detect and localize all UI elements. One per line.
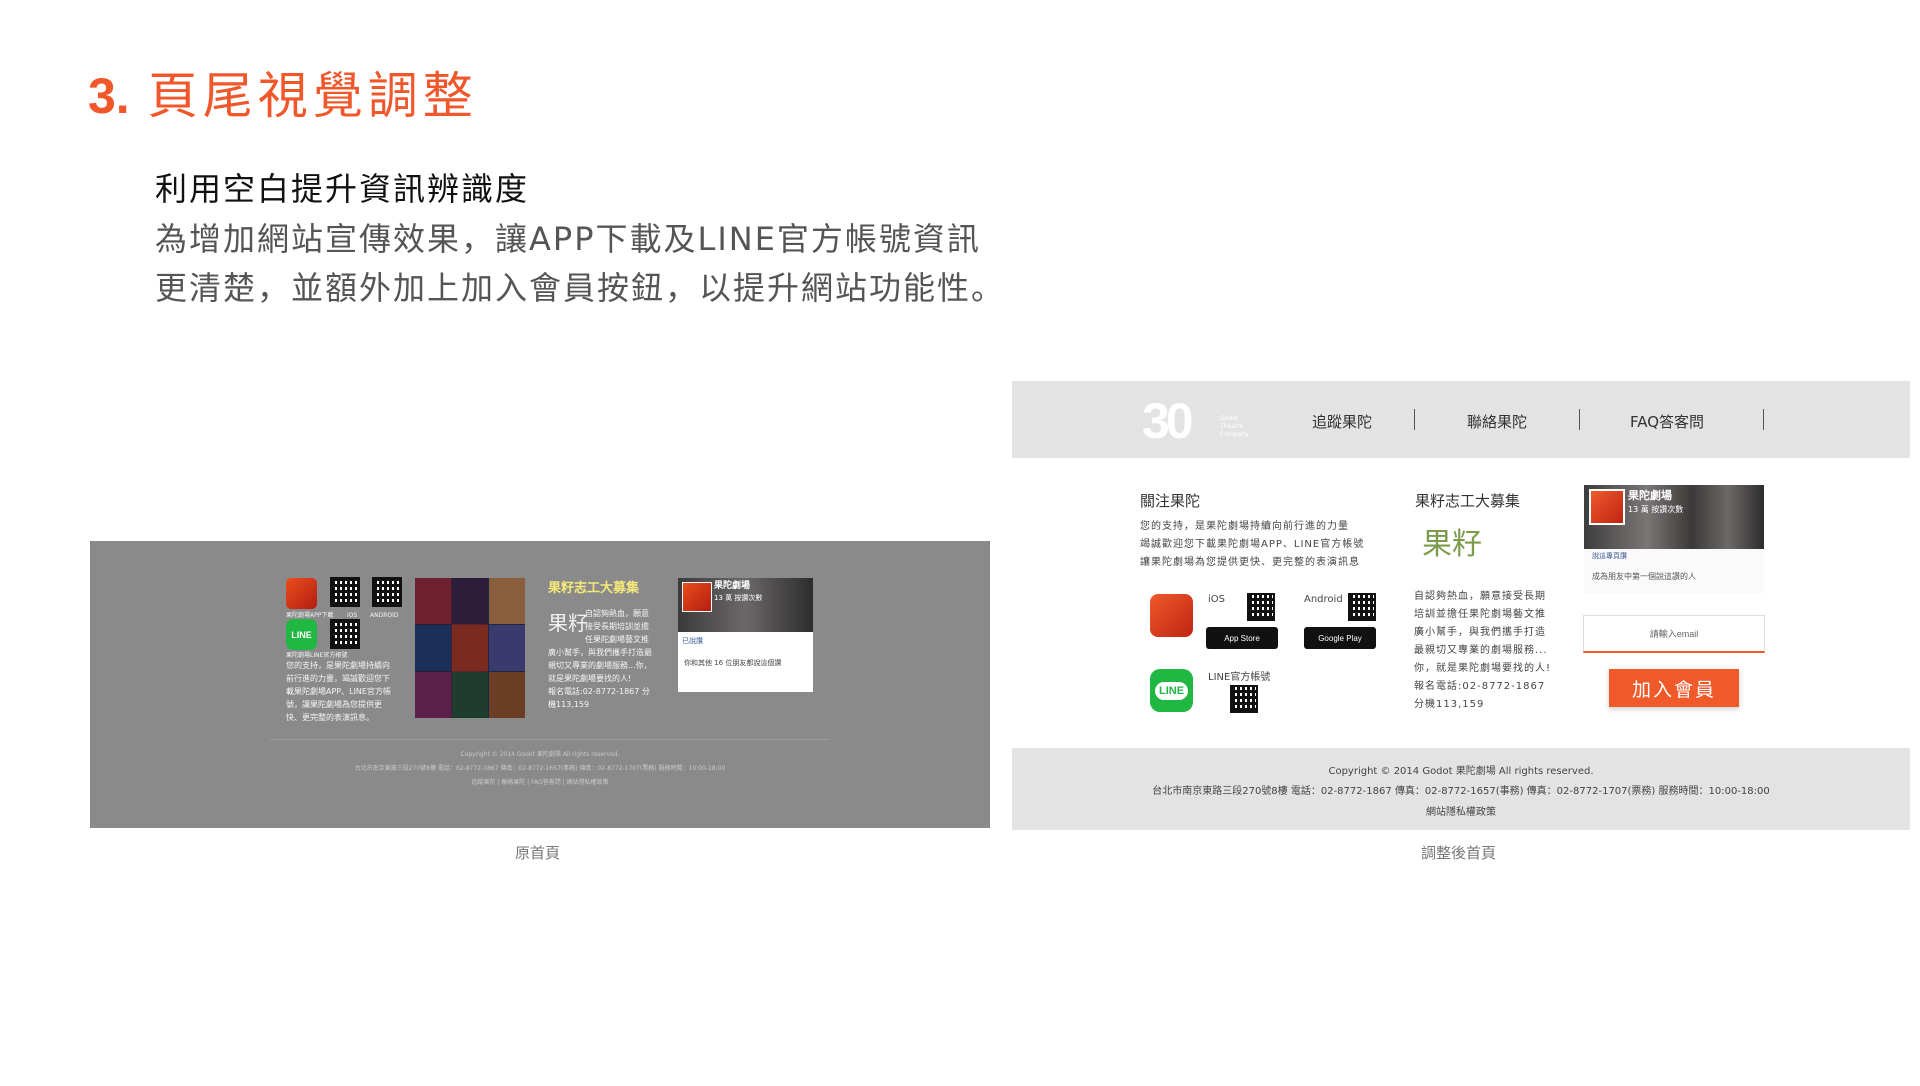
- volunteer-text-line: 廣小幫手，與我們攜手打造最: [548, 648, 652, 657]
- section-number: 3.: [88, 68, 130, 124]
- app-icon: [1150, 594, 1193, 637]
- facebook-page-name: 果陀劇場: [714, 581, 751, 591]
- volunteer-title: 果籽志工大募集: [1415, 492, 1521, 510]
- support-text-line: 載果陀劇場APP、LINE官方帳: [286, 687, 391, 696]
- nav-contact[interactable]: 聯絡果陀: [1467, 411, 1527, 432]
- line-label: LINE官方帳號: [1208, 672, 1271, 683]
- address: 台北市南京東路三段270號8樓 電話：02-8772-1867 傳真：02-87…: [1152, 786, 1770, 797]
- subtitle: 利用空白提升資訊辨識度: [155, 170, 530, 208]
- volunteer-text-line: 接受長期培訓並擔: [585, 622, 649, 631]
- nav-faq[interactable]: FAQ答客問: [1630, 411, 1704, 432]
- line-icon: LINE: [1150, 669, 1193, 712]
- copyright: Copyright © 2014 Godot 果陀劇場 All rights r…: [460, 751, 620, 758]
- app-store-button[interactable]: App Store: [1206, 627, 1278, 649]
- support-text-line: 快、更完整的表演訊息。: [286, 713, 374, 722]
- caption-adjusted: 調整後首頁: [1421, 844, 1497, 862]
- join-member-button[interactable]: 加入會員: [1609, 669, 1739, 707]
- section-title: 頁尾視覺調整: [147, 67, 478, 125]
- facebook-likes: 13 萬 按讚次數: [714, 594, 763, 602]
- caption-original: 原首頁: [515, 844, 561, 862]
- godot-30-logo: 30 Godot Theatre Company: [1142, 393, 1252, 449]
- volunteer-text-line: 報名電話:02-8772-1867 分: [548, 687, 650, 696]
- facebook-liked[interactable]: 已說讚: [682, 636, 703, 646]
- google-play-button[interactable]: Google Play: [1304, 627, 1376, 649]
- facebook-widget[interactable]: 果陀劇場 13 萬 按讚次數 已說讚 你和其他 16 位朋友都說這個讚: [678, 578, 813, 692]
- volunteer-logo: 果籽: [548, 611, 588, 635]
- facebook-page-icon: [682, 582, 712, 612]
- ios-qr-code: [330, 577, 360, 607]
- support-text-line: 您的支持，是果陀劇場持續向: [286, 661, 390, 670]
- production-photo-collage: [415, 578, 525, 718]
- description-line: 更清楚，並額外加上加入會員按鈕，以提升網站功能性。: [155, 269, 1006, 307]
- new-footer-screenshot: 30 Godot Theatre Company 追蹤果陀 聯絡果陀 FAQ答客…: [1012, 381, 1910, 830]
- nav-separator: [1763, 409, 1764, 430]
- line-qr-code: [1230, 685, 1258, 713]
- description-line: 為增加網站宣傳效果，讓APP下載及LINE官方帳號資訊: [155, 220, 981, 258]
- nav-separator: [1579, 409, 1580, 430]
- nav-follow[interactable]: 追蹤果陀: [1312, 411, 1372, 432]
- android-qr-code: [372, 577, 402, 607]
- volunteer-text-line: 親切又專業的劇場服務...你，: [548, 661, 652, 670]
- facebook-page-name: 果陀劇場: [1628, 489, 1672, 502]
- copyright: Copyright © 2014 Godot 果陀劇場 All rights r…: [1328, 766, 1594, 777]
- email-input[interactable]: 請輸入email: [1583, 615, 1765, 653]
- volunteer-text: 自認夠熱血，願意接受長期 培訓並擔任果陀劇場藝文推 廣小幫手，與我們攜手打造 最…: [1414, 591, 1552, 710]
- facebook-page-icon: [1589, 489, 1625, 525]
- section-heading: 3. 頁尾視覺調整: [88, 56, 478, 128]
- facebook-friends-text: 你和其他 16 位朋友都說這個讚: [684, 659, 782, 667]
- volunteer-text-line: 機113,159: [548, 700, 590, 709]
- facebook-widget[interactable]: 果陀劇場 13 萬 按讚次數 說這專頁讚 成為朋友中第一個說這讚的人: [1584, 485, 1764, 593]
- volunteer-title: 果籽志工大募集: [548, 581, 640, 596]
- privacy-link[interactable]: 網站隱私權政策: [1012, 803, 1910, 818]
- app-icon: [286, 578, 317, 609]
- address: 台北市南京東路三段270號8樓 電話：02-8772-1867 傳真：02-87…: [354, 765, 726, 772]
- ios-label: iOS: [1208, 594, 1225, 605]
- footer-copyright-band: Copyright © 2014 Godot 果陀劇場 All rights r…: [1012, 748, 1910, 830]
- logo-subtext: Godot Theatre Company: [1220, 415, 1249, 438]
- android-qr-code: [1348, 593, 1376, 621]
- facebook-likes: 13 萬 按讚次數: [1628, 505, 1684, 514]
- line-icon: LINE: [286, 619, 317, 650]
- volunteer-text-line: 就是果陀劇場要找的人!: [548, 674, 632, 683]
- android-label: Android: [1304, 594, 1343, 605]
- divider: [270, 739, 830, 740]
- follow-title: 關注果陀: [1140, 492, 1201, 510]
- ios-qr-code: [1247, 593, 1275, 621]
- old-footer-screenshot: 果陀劇場APP下載 iOS ANDROID LINE 果陀劇場LINE官方帳號 …: [90, 541, 990, 828]
- nav-separator: [1414, 409, 1415, 430]
- follow-text: 您的支持，是果陀劇場持續向前行進的力量 竭誠歡迎您下載果陀劇場APP、LINE官…: [1140, 521, 1365, 568]
- android-label: ANDROID: [370, 612, 399, 619]
- support-text-line: 前行進的力量，竭誠歡迎您下: [286, 674, 390, 683]
- volunteer-logo: 果籽: [1422, 527, 1482, 562]
- footer-links[interactable]: 追蹤果陀 | 聯絡果陀 | FAQ答客問 | 網站隱私權政策: [90, 777, 990, 786]
- logo-mark: 30: [1142, 393, 1194, 449]
- line-qr-code: [330, 619, 360, 649]
- volunteer-text-line: 自認夠熱血，願意: [585, 609, 649, 618]
- facebook-friends-text: 成為朋友中第一個說這讚的人: [1592, 572, 1696, 581]
- volunteer-text-line: 任果陀劇場藝文推: [585, 635, 649, 644]
- facebook-like-button[interactable]: 說這專頁讚: [1592, 551, 1627, 561]
- footer-nav-bar: 30 Godot Theatre Company 追蹤果陀 聯絡果陀 FAQ答客…: [1012, 381, 1910, 458]
- support-text-line: 號，讓果陀劇場為您提供更: [286, 700, 382, 709]
